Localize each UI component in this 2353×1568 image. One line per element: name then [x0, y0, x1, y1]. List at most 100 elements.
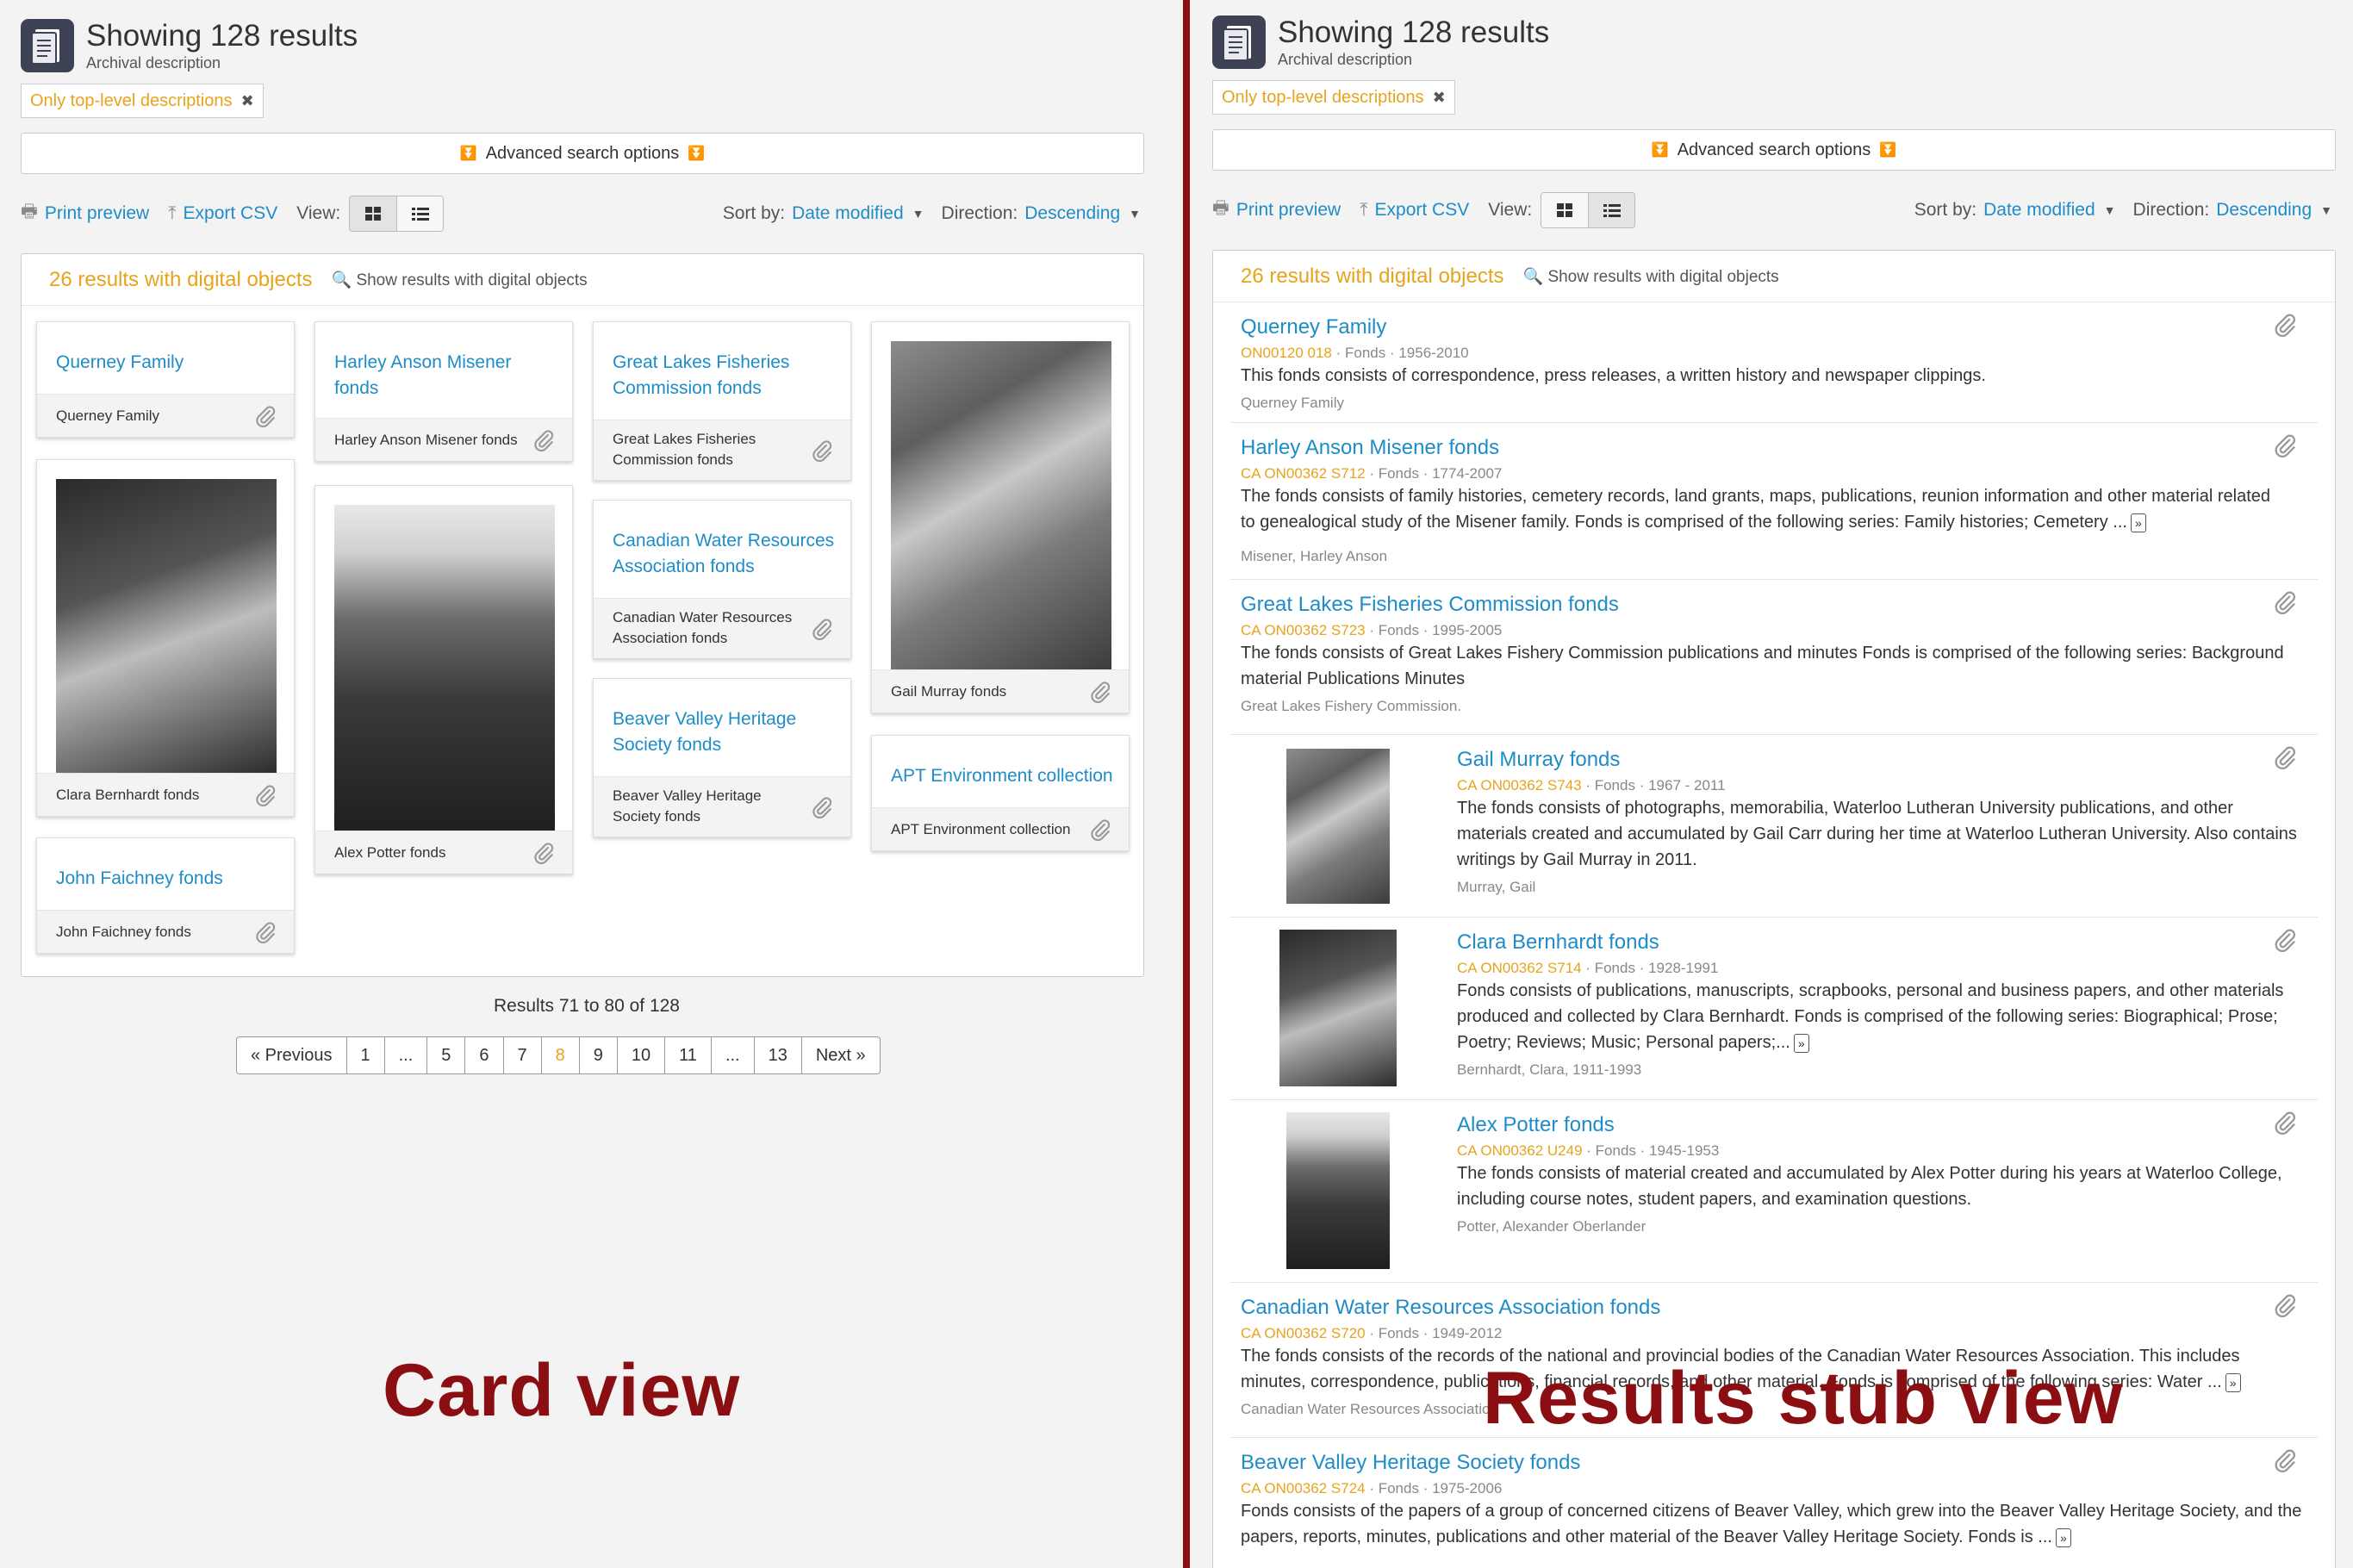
- filter-tag[interactable]: Only top-level descriptions ✖: [1212, 80, 1455, 115]
- result-card[interactable]: John Faichney fonds John Faichney fonds: [36, 837, 295, 954]
- caret-down-icon: ▼: [912, 207, 924, 221]
- paperclip-icon: [2273, 1293, 2297, 1317]
- sort-dropdown[interactable]: Date modified: [1983, 200, 2095, 221]
- direction-dropdown[interactable]: Descending: [1024, 203, 1120, 224]
- card-title[interactable]: Harley Anson Misener fonds: [334, 350, 541, 401]
- card-title[interactable]: Canadian Water Resources Association fon…: [613, 528, 845, 580]
- direction-label: Direction:: [2132, 200, 2210, 220]
- card-title[interactable]: Querney Family: [56, 350, 280, 376]
- stub-meta: CA ON00362 S743 · Fonds · 1967 - 2011: [1457, 777, 1726, 793]
- print-preview-link[interactable]: 🖶 Print preview: [21, 199, 149, 229]
- page-link[interactable]: ...: [710, 1037, 754, 1073]
- result-card[interactable]: Alex Potter fonds: [314, 485, 573, 874]
- result-card[interactable]: Beaver Valley Heritage Society fonds Bea…: [593, 678, 851, 837]
- grid-view-icon[interactable]: [1541, 193, 1589, 227]
- list-view-icon[interactable]: [396, 196, 444, 231]
- digital-count: 26 results with digital objects: [49, 267, 313, 291]
- grid-view-icon[interactable]: [350, 196, 397, 231]
- card-title[interactable]: John Faichney fonds: [56, 866, 280, 892]
- card-footer: Canadian Water Resources Association fon…: [613, 609, 793, 646]
- page-link[interactable]: 7: [502, 1037, 541, 1073]
- list-view-icon[interactable]: [1588, 193, 1635, 227]
- stub-title[interactable]: Clara Bernhardt fonds: [1457, 930, 1659, 955]
- direction-label: Direction:: [941, 203, 1018, 223]
- page-link[interactable]: 8: [540, 1037, 579, 1073]
- expand-button[interactable]: »: [2055, 1528, 2071, 1547]
- stub-title[interactable]: Gail Murray fonds: [1457, 747, 1620, 773]
- stub-view-panel: Showing 128 results Archival description…: [1193, 0, 2353, 1568]
- page-link[interactable]: 1: [345, 1037, 384, 1073]
- print-icon: 🖶: [21, 201, 38, 221]
- stub-thumbnail[interactable]: [1286, 749, 1390, 904]
- card-footer: Gail Murray fonds: [891, 683, 1007, 700]
- show-digital-link[interactable]: 🔍 Show results with digital objects: [331, 270, 587, 290]
- stub-thumbnail[interactable]: [1279, 930, 1397, 1086]
- direction-dropdown[interactable]: Descending: [2216, 200, 2312, 221]
- advanced-search-toggle[interactable]: ⏬ Advanced search options ⏬: [21, 133, 1144, 174]
- page-link[interactable]: 10: [616, 1037, 664, 1073]
- expand-button[interactable]: »: [2225, 1372, 2241, 1392]
- paperclip-icon: [2273, 928, 2297, 952]
- stub-creator[interactable]: Querney Family: [1241, 394, 1344, 413]
- page-link[interactable]: ...: [383, 1037, 427, 1073]
- page-link[interactable]: Next »: [800, 1037, 880, 1073]
- result-card[interactable]: Querney Family Querney Family: [36, 321, 295, 438]
- expand-button[interactable]: »: [1793, 1033, 1809, 1053]
- stub-title[interactable]: Harley Anson Misener fonds: [1241, 435, 1499, 461]
- export-csv-link[interactable]: ⤒ Export CSV: [168, 203, 277, 224]
- stub-title[interactable]: Beaver Valley Heritage Society fonds: [1241, 1450, 1580, 1476]
- export-csv-link[interactable]: ⤒ Export CSV: [1360, 200, 1469, 221]
- view-toggle: [1541, 192, 1636, 228]
- stub-title[interactable]: Canadian Water Resources Association fon…: [1241, 1295, 1660, 1321]
- result-card[interactable]: Gail Murray fonds: [871, 321, 1130, 713]
- page-link[interactable]: 13: [753, 1037, 801, 1073]
- expand-button[interactable]: »: [2130, 513, 2146, 532]
- page-link[interactable]: 6: [464, 1037, 502, 1073]
- stub-meta: CA ON00362 S723 · Fonds · 1995-2005: [1241, 622, 1503, 638]
- stub-creator[interactable]: Bernhardt, Clara, 1911-1993: [1457, 1061, 1641, 1080]
- stub-meta: CA ON00362 S724 · Fonds · 1975-2006: [1241, 1480, 1503, 1496]
- card-footer: Great Lakes Fisheries Commission fonds: [613, 431, 756, 468]
- close-icon[interactable]: ✖: [241, 92, 254, 110]
- card-thumbnail[interactable]: [891, 341, 1111, 671]
- stub-creator[interactable]: Great Lakes Fishery Commission.: [1241, 697, 1461, 716]
- stub-title[interactable]: Great Lakes Fisheries Commission fonds: [1241, 592, 1619, 618]
- paperclip-icon: [254, 921, 277, 943]
- card-title[interactable]: Great Lakes Fisheries Commission fonds: [613, 350, 819, 401]
- card-title[interactable]: Beaver Valley Heritage Society fonds: [613, 706, 828, 758]
- stub-title[interactable]: Alex Potter fonds: [1457, 1112, 1615, 1138]
- filter-tag[interactable]: Only top-level descriptions ✖: [21, 84, 264, 118]
- result-card[interactable]: Harley Anson Misener fonds Harley Anson …: [314, 321, 573, 462]
- page-link[interactable]: « Previous: [237, 1037, 346, 1073]
- card-title[interactable]: APT Environment collection: [891, 763, 1124, 789]
- stub-creator[interactable]: Potter, Alexander Oberlander: [1457, 1217, 1646, 1236]
- card-footer: Alex Potter fonds: [334, 844, 446, 861]
- stub-creator[interactable]: Murray, Gail: [1457, 878, 1535, 897]
- sort-dropdown[interactable]: Date modified: [792, 203, 904, 224]
- export-icon: ⤒: [168, 203, 177, 223]
- show-digital-link[interactable]: 🔍 Show results with digital objects: [1522, 266, 1778, 287]
- card-footer: Beaver Valley Heritage Society fonds: [613, 787, 762, 824]
- page-link[interactable]: 5: [426, 1037, 464, 1073]
- page-link[interactable]: 9: [578, 1037, 617, 1073]
- print-preview-link[interactable]: 🖶 Print preview: [1212, 196, 1341, 226]
- card-thumbnail[interactable]: [56, 479, 277, 775]
- result-card[interactable]: Great Lakes Fisheries Commission fonds G…: [593, 321, 851, 481]
- page-link[interactable]: 11: [664, 1037, 711, 1073]
- stub-creator[interactable]: Misener, Harley Anson: [1241, 547, 1387, 566]
- advanced-search-toggle[interactable]: ⏬ Advanced search options ⏬: [1212, 129, 2336, 171]
- result-card[interactable]: Canadian Water Resources Association fon…: [593, 500, 851, 659]
- paperclip-icon: [811, 796, 833, 818]
- results-toolbar: 🖶 Print preview ⤒ Export CSV View: Sort …: [1212, 191, 2336, 229]
- stub-thumbnail[interactable]: [1286, 1112, 1390, 1269]
- stub-meta: CA ON00362 S714 · Fonds · 1928-1991: [1457, 960, 1719, 976]
- close-icon[interactable]: ✖: [1433, 89, 1446, 107]
- paperclip-icon: [532, 429, 555, 451]
- panel-divider: [1180, 0, 1193, 1568]
- stub-creator[interactable]: Canadian Water Resources Association: [1241, 1400, 1498, 1419]
- card-thumbnail[interactable]: [334, 505, 555, 831]
- stub-title[interactable]: Querney Family: [1241, 314, 1386, 340]
- filter-tag-label: Only top-level descriptions: [1222, 87, 1424, 107]
- result-card[interactable]: APT Environment collection APT Environme…: [871, 735, 1130, 851]
- result-card[interactable]: Clara Bernhardt fonds: [36, 459, 295, 817]
